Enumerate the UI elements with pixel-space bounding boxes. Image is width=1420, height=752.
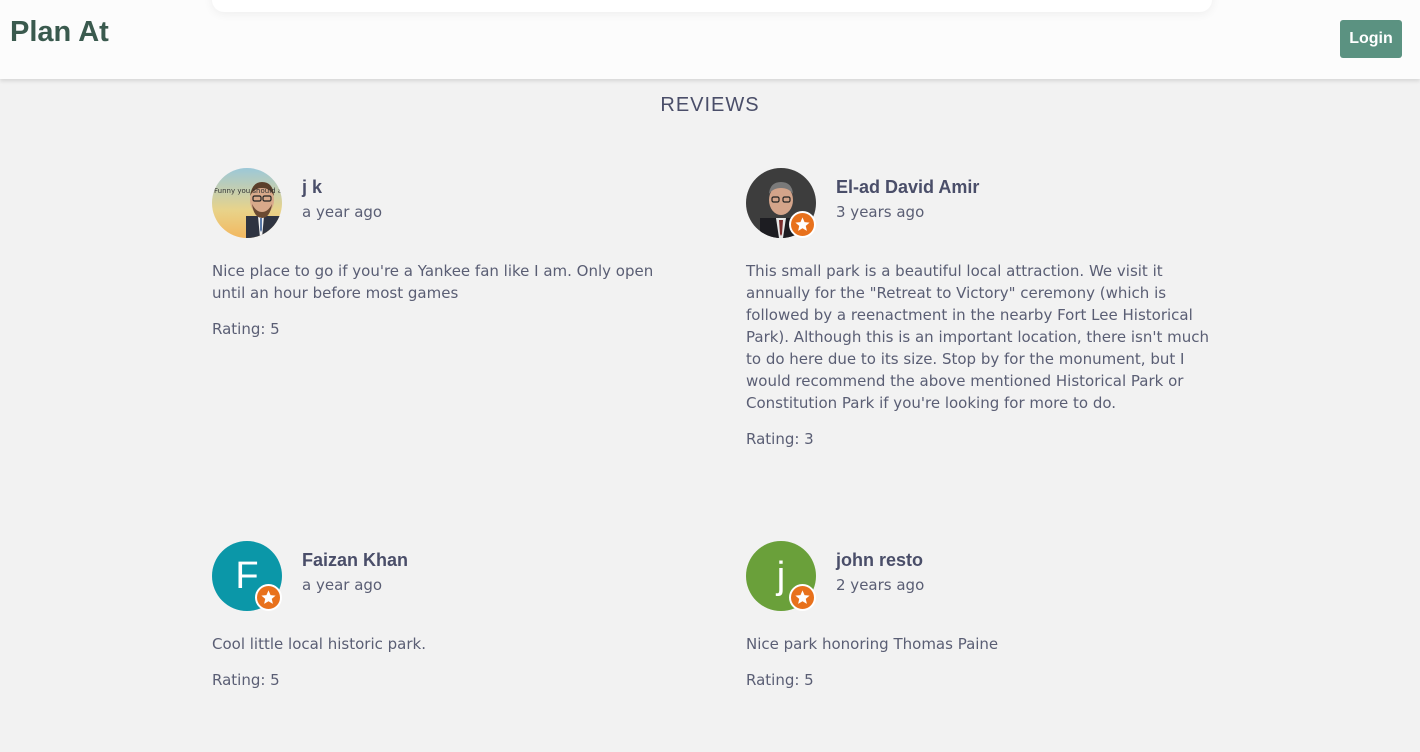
brand-logo[interactable]: Plan At — [10, 16, 109, 49]
review-card: F Faizan Khan a year ago Cool little loc… — [212, 541, 682, 701]
review-card: Funny you should ask! j k a year ago Nic… — [212, 168, 682, 348]
review-rating: Rating: 3 — [746, 430, 814, 448]
review-rating: Rating: 5 — [212, 671, 280, 689]
review-text: Cool little local historic park. — [212, 635, 426, 653]
review-time: 2 years ago — [836, 576, 925, 594]
reviews-title: REVIEWS — [660, 94, 760, 116]
review-rating: Rating: 5 — [212, 320, 280, 338]
avatar-photo: Funny you should ask! — [212, 168, 282, 238]
avatar[interactable]: F — [212, 541, 282, 611]
reviewer-name[interactable]: El-ad David Amir — [836, 177, 979, 198]
review-time: a year ago — [302, 203, 383, 221]
reviewer-name[interactable]: Faizan Khan — [302, 550, 408, 571]
review-card: El-ad David Amir 3 years ago This small … — [746, 168, 1216, 458]
review-time: 3 years ago — [836, 203, 925, 221]
review-text: This small park is a beautiful local att… — [746, 262, 1209, 412]
avatar[interactable]: j — [746, 541, 816, 611]
top-header: Plan At Login — [0, 0, 1420, 79]
avatar[interactable]: Funny you should ask! — [212, 168, 282, 238]
reviewer-name[interactable]: john resto — [836, 550, 923, 571]
header-search-card — [212, 0, 1212, 12]
login-button[interactable]: Login — [1340, 20, 1402, 58]
review-card: j john resto 2 years ago Nice park honor… — [746, 541, 1216, 701]
review-text: Nice park honoring Thomas Paine — [746, 635, 999, 653]
review-rating: Rating: 5 — [746, 671, 814, 689]
avatar-caption: Funny you should ask! — [214, 187, 282, 195]
local-guide-star-icon — [789, 211, 816, 238]
local-guide-star-icon — [789, 584, 816, 611]
local-guide-star-icon — [255, 584, 282, 611]
reviewer-name[interactable]: j k — [302, 177, 322, 198]
review-text: Nice place to go if you're a Yankee fan … — [212, 262, 654, 302]
avatar[interactable] — [746, 168, 816, 238]
review-time: a year ago — [302, 576, 383, 594]
